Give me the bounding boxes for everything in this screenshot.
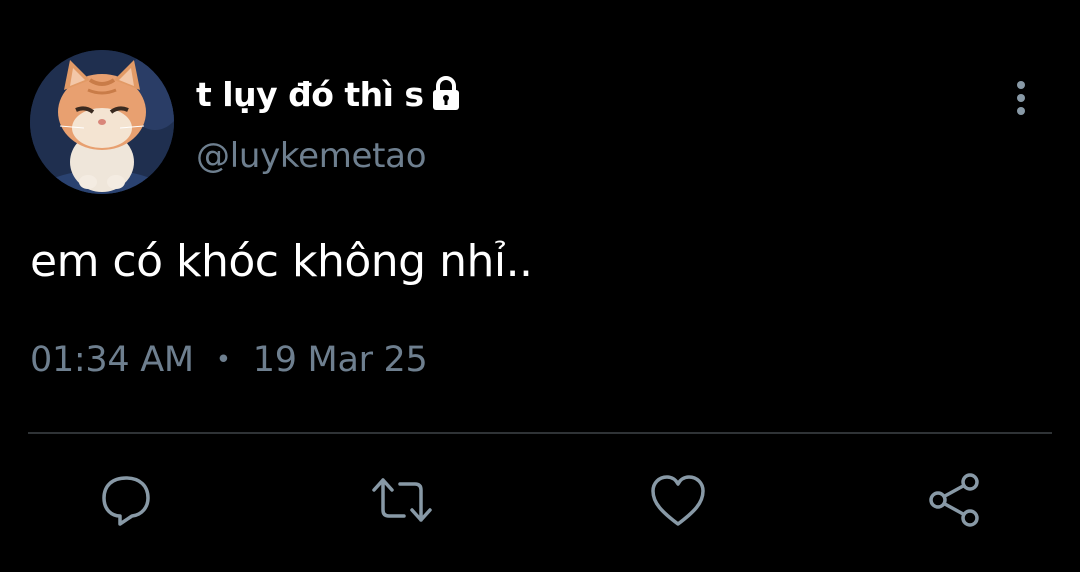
user-handle[interactable]: @luykemetao [196,136,427,176]
cat-avatar-image [30,50,174,194]
heart-icon [651,475,705,526]
lock-icon [430,76,462,112]
tweet-time: 01:34 AM [30,340,194,380]
like-button[interactable] [646,468,710,532]
tweet-date: 19 Mar 25 [252,340,428,380]
divider [28,432,1052,434]
display-name[interactable]: t lụy đó thì s [196,75,424,114]
retweet-button[interactable] [370,468,434,532]
more-options-button[interactable] [1006,78,1036,118]
action-bar [0,468,1080,538]
share-button[interactable] [922,468,986,532]
display-name-row: t lụy đó thì s [196,70,462,118]
avatar[interactable] [30,50,174,194]
share-icon [929,473,979,527]
retweet-icon [372,478,432,522]
reply-icon [102,476,150,526]
reply-button[interactable] [94,468,158,532]
tweet-meta: 01:34 AM • 19 Mar 25 [30,340,428,380]
tweet-card: t lụy đó thì s @luykemetao em có khóc kh… [0,0,1080,572]
tweet-text: em có khóc không nhỉ.. [30,236,533,287]
meta-separator: • [215,345,231,375]
more-vertical-icon [1017,81,1025,115]
